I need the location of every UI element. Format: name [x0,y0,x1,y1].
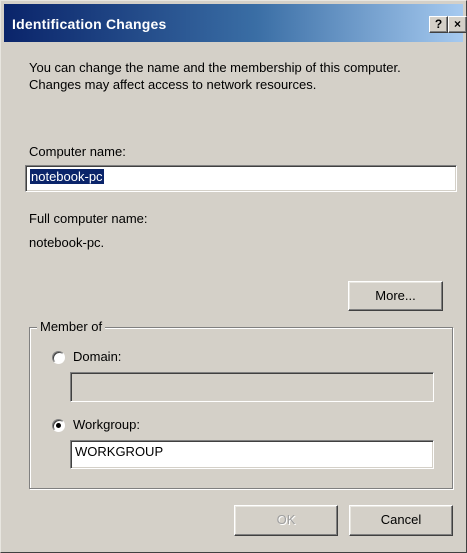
computer-name-input[interactable]: notebook-pc [25,165,457,192]
title-bar[interactable]: Identification Changes ? × [4,4,467,42]
workgroup-label[interactable]: Workgroup: [73,417,140,432]
ok-button[interactable]: OK [234,505,338,536]
more-button[interactable]: More... [348,281,443,311]
domain-input[interactable] [70,372,434,402]
close-icon[interactable]: × [448,16,467,33]
domain-radio[interactable] [52,351,65,364]
member-of-title: Member of [37,319,106,334]
computer-name-label: Computer name: [29,144,126,159]
radio-selected-dot [56,423,61,428]
full-computer-name-label: Full computer name: [29,211,148,226]
description-text: You can change the name and the membersh… [29,60,401,92]
help-icon[interactable]: ? [429,16,448,33]
full-computer-name-value: notebook-pc. [29,235,105,250]
domain-label[interactable]: Domain: [73,349,121,364]
workgroup-input[interactable]: WORKGROUP [70,440,434,469]
computer-name-value: notebook-pc [30,169,104,184]
identification-changes-dialog: Identification Changes ? × You can chang… [0,0,467,553]
cancel-button[interactable]: Cancel [349,505,453,536]
workgroup-radio[interactable] [52,419,65,432]
window-title: Identification Changes [12,16,167,32]
